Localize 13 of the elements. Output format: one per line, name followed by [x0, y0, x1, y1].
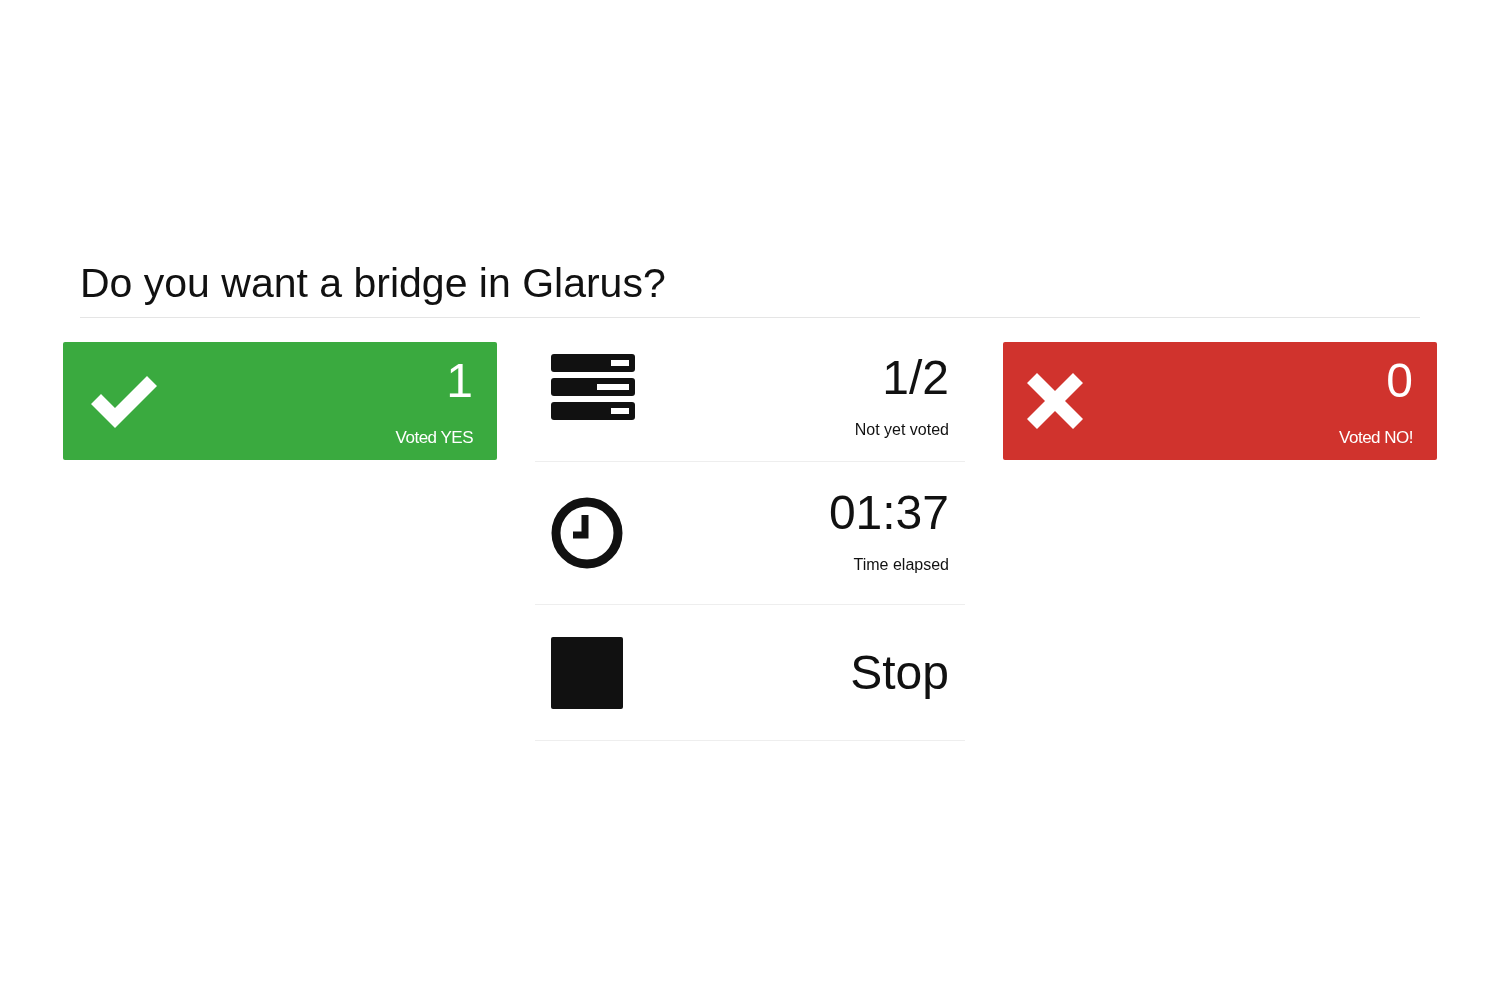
question-title: Do you want a bridge in Glarus?	[80, 259, 667, 308]
stat-label: Time elapsed	[853, 555, 949, 576]
vote-count: 1	[446, 356, 473, 405]
stat-value: 01:37	[828, 489, 949, 538]
vote-label: Voted NO!	[1339, 426, 1413, 449]
vote-label: Voted YES	[395, 426, 473, 449]
stat-value: 1/2	[882, 354, 949, 403]
clock-icon	[551, 497, 623, 570]
close-icon	[1027, 373, 1083, 430]
vote-count: 0	[1386, 356, 1413, 405]
server-icon	[551, 354, 635, 421]
stat-label: Not yet voted	[854, 420, 949, 441]
stop-icon	[551, 636, 623, 709]
